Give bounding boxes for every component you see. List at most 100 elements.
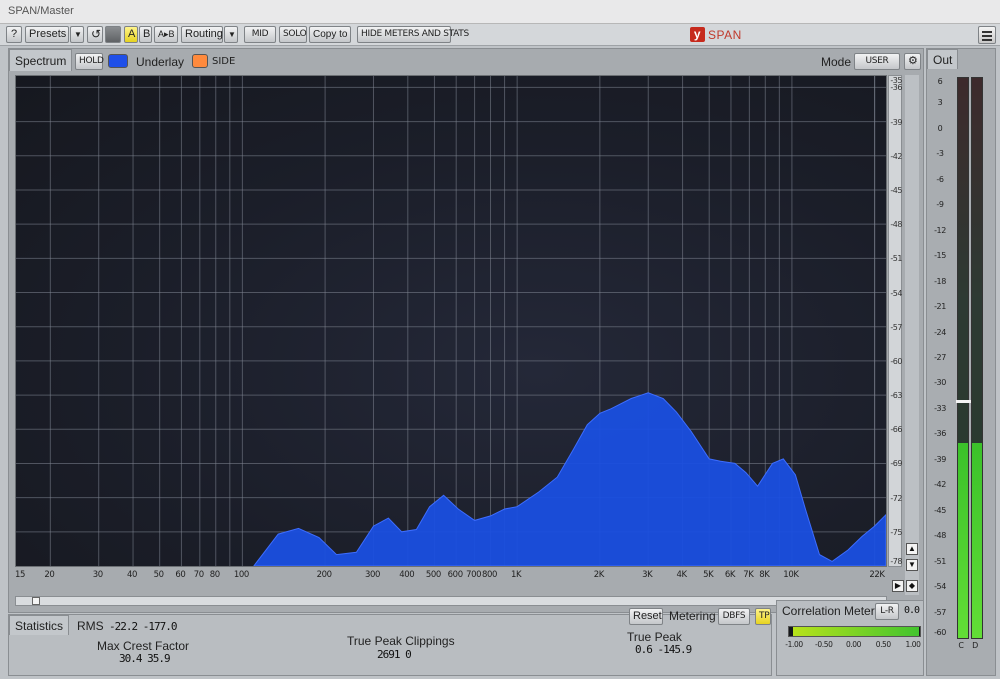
slot-a-button[interactable]: A (124, 26, 138, 43)
correlation-tick-label: 0.50 (875, 640, 892, 649)
meter-scale-label: -39 (934, 454, 946, 464)
mid-button[interactable]: MID (244, 26, 276, 43)
zoom-fit-icon[interactable]: ◆ (906, 580, 918, 592)
y-axis: -35 -36 -39 -42 -45 -48 -51 -54 -57 -60 -63 -66 -69-… (888, 75, 903, 567)
out-tab[interactable]: Out (927, 49, 959, 69)
hamburger-menu-icon[interactable] (978, 26, 996, 44)
toolbar: ? Presets ▼ ↺ A B A▸B Routing ▼ MID SOLO… (0, 24, 1000, 46)
scroll-down-icon[interactable]: ▼ (906, 559, 918, 571)
meter-scale-label: -36 (934, 429, 946, 439)
meter-scale-label: -6 (936, 174, 944, 184)
copy-a-to-b-button[interactable]: A▸B (154, 26, 178, 43)
output-level-right (972, 442, 982, 638)
x-tick-label: 30 (92, 570, 103, 580)
underlay-label: Underlay (136, 55, 185, 69)
y-tick-label: -69 (890, 459, 902, 469)
settings-gear-icon[interactable]: ⚙ (904, 53, 921, 70)
y-tick-label: -54 (890, 288, 902, 298)
true-peak-values: 0.6 -145.9 (635, 643, 692, 656)
x-tick-label: 8K (759, 570, 770, 580)
meter-scale-label: -30 (934, 378, 946, 388)
hold-button[interactable]: HOLD (75, 53, 104, 70)
meter-scale-label: -21 (934, 302, 946, 312)
meter-scale-label: 6 (937, 77, 943, 86)
spectrum-plot[interactable] (15, 75, 887, 567)
x-tick-label: 3K (642, 570, 653, 580)
solo-button[interactable]: SOLO (279, 26, 307, 43)
spectrum-header: Spectrum HOLD Underlay SIDE Mode USER ⚙ (9, 49, 923, 73)
window-title: SPAN/Master (8, 5, 74, 17)
reset-button[interactable]: Reset (629, 608, 663, 625)
help-button[interactable]: ? (6, 26, 22, 43)
meter-scale-label: -51 (934, 556, 946, 566)
meter-scale-label: -48 (934, 531, 946, 541)
output-peak-left (956, 400, 972, 404)
correlation-tick-label: -0.50 (815, 640, 833, 649)
x-tick-label: 20 (44, 570, 55, 580)
x-tick-label: 40 (127, 570, 138, 580)
presets-button[interactable]: Presets (25, 26, 69, 43)
presets-dropdown-icon[interactable]: ▼ (70, 26, 84, 43)
meter-scale-label: 0 (937, 123, 943, 133)
x-tick-label: 200 (316, 570, 332, 580)
x-tick-label: 15 (14, 570, 26, 580)
spectrum-color-swatch[interactable] (108, 54, 128, 68)
correlation-channel-select[interactable]: L-R (875, 603, 899, 620)
true-peak-clippings-label: True Peak Clippings (347, 634, 455, 648)
true-peak-toggle[interactable]: TP (755, 608, 771, 625)
copy-to-button[interactable]: Copy to (309, 26, 351, 43)
rms-values: -22.2 -177.0 (109, 620, 177, 633)
statistics-tab[interactable]: Statistics (9, 615, 70, 635)
x-tick-label: 100 (233, 570, 249, 580)
meter-scale-label: -60 (934, 628, 946, 637)
spectrum-panel: Spectrum HOLD Underlay SIDE Mode USER ⚙ … (8, 48, 924, 613)
meter-scale-label: -24 (934, 327, 946, 337)
meter-scale-label: -15 (934, 251, 946, 261)
y-tick-label: -36 (890, 83, 902, 93)
max-crest-label: Max Crest Factor (97, 639, 190, 653)
slot-b-button[interactable]: B (139, 26, 152, 43)
meter-scale-label: -12 (934, 225, 946, 235)
meter-scale-label: -42 (934, 480, 946, 490)
horizontal-scrollbar[interactable] (15, 596, 887, 606)
x-tick-label: 800 (482, 570, 498, 580)
metering-mode-select[interactable]: DBFS (718, 608, 750, 625)
scroll-up-icon[interactable]: ▲ (906, 543, 918, 555)
undo-icon[interactable]: ↺ (87, 26, 103, 43)
meter-scale-label: -3 (936, 149, 944, 159)
max-crest-values: 30.4 35.9 (119, 652, 171, 665)
preset-slot-icon[interactable] (105, 26, 121, 43)
x-tick-label: 80 (209, 570, 220, 580)
routing-dropdown-icon[interactable]: ▼ (224, 26, 238, 43)
x-tick-label: 700 (466, 570, 482, 580)
scrollbar-thumb[interactable] (32, 597, 40, 605)
mode-select[interactable]: USER (854, 53, 900, 70)
scroll-right-icon[interactable]: ▶ (892, 580, 904, 592)
true-peak-label: True Peak (627, 630, 682, 644)
output-meter-scale: 6 3 0 -3 -6 -9 -12 -15 -18 -21 -24 -27 -30 -33 -36 -39 -… (927, 77, 953, 639)
correlation-tick-label: 0.00 (845, 640, 862, 649)
x-tick-label: 50 (153, 570, 164, 580)
output-meter-right (971, 77, 983, 639)
x-tick-label: 4K (676, 570, 687, 580)
side-label[interactable]: SIDE (212, 54, 235, 70)
meter-scale-label: -57 (934, 607, 946, 617)
side-color-swatch[interactable] (192, 54, 208, 68)
output-meter-left (956, 77, 972, 639)
spectrum-tab[interactable]: Spectrum (9, 49, 73, 71)
y-tick-label: -78 (890, 557, 902, 566)
routing-button[interactable]: Routing (181, 26, 223, 43)
metering-label: Metering (669, 609, 716, 623)
y-tick-label: -48 (890, 220, 902, 230)
x-tick-label: 70 (193, 570, 204, 580)
vertical-scrollbar[interactable]: ▲ ▼ ▶ ◆ (892, 75, 919, 595)
x-tick-label: 500 (425, 570, 441, 580)
meter-scale-label: -33 (934, 403, 946, 413)
y-tick-label: -63 (890, 391, 902, 401)
x-axis: 15 20 30 40 50 60 70 80 100 200 300 400 500 600 700 800… (15, 569, 887, 583)
hide-meters-button[interactable]: HIDE METERS AND STATS (357, 26, 469, 43)
y-tick-label: -57 (890, 322, 902, 332)
span-logo: y SPAN (690, 27, 742, 43)
spectrum-chart (16, 76, 886, 566)
x-tick-label: 7K (743, 570, 754, 580)
